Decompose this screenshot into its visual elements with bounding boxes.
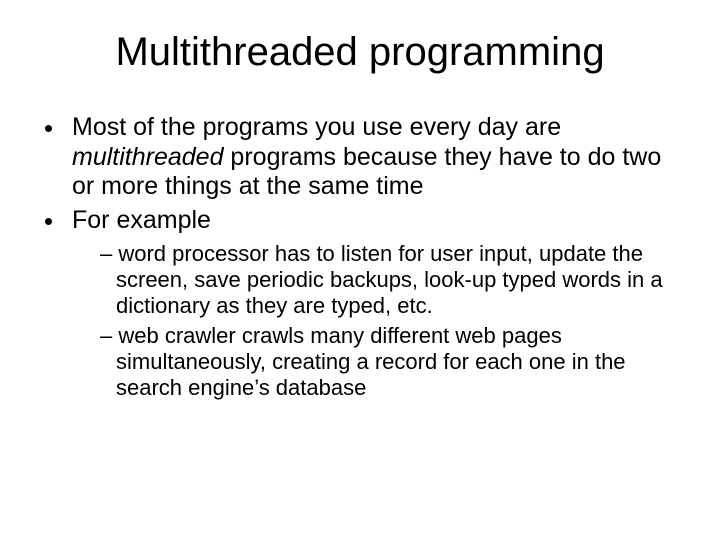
bullet-list: Most of the programs you use every day a… xyxy=(44,113,690,401)
slide: Multithreaded programming Most of the pr… xyxy=(0,0,720,540)
bullet-2: For example word processor has to listen… xyxy=(66,206,690,401)
sub-bullet-2-text: web crawler crawls many different web pa… xyxy=(116,323,626,400)
bullet-1-italic: multithreaded xyxy=(72,143,223,171)
sub-bullet-1: word processor has to listen for user in… xyxy=(100,241,690,319)
bullet-1: Most of the programs you use every day a… xyxy=(66,113,690,202)
bullet-2-text: For example xyxy=(72,206,211,234)
bullet-1-pre: Most of the programs you use every day a… xyxy=(72,113,561,141)
sub-bullet-2: web crawler crawls many different web pa… xyxy=(100,323,690,401)
sub-bullet-list: word processor has to listen for user in… xyxy=(100,241,690,401)
slide-title: Multithreaded programming xyxy=(30,30,690,75)
sub-bullet-1-text: word processor has to listen for user in… xyxy=(116,241,663,318)
